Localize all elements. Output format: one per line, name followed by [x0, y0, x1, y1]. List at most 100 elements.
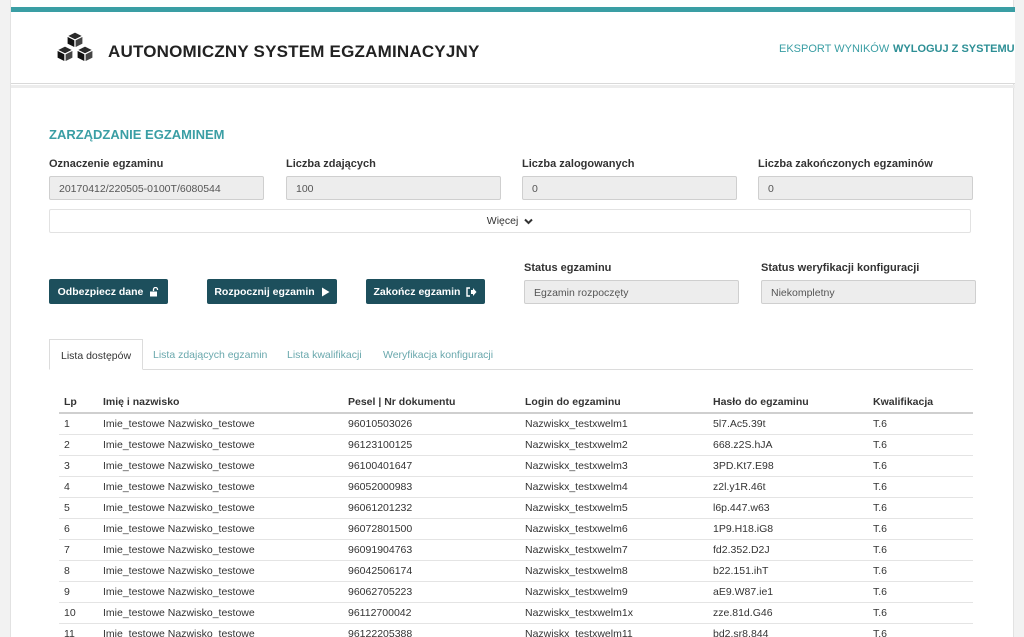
cubes-logo-icon [56, 31, 94, 63]
qualification-cell: T.6 [868, 602, 973, 624]
qualification-cell: T.6 [868, 623, 973, 637]
row-number-cell: 10 [59, 602, 98, 624]
table-row: 10 Imie_testowe Nazwisko_testowe 961127000… [59, 602, 973, 624]
column-header: Imię i nazwisko [98, 391, 343, 414]
page-frame: AUTONOMICZNY SYSTEM EGZAMINACYJNY EKSPOR… [10, 0, 1015, 637]
start-exam-button[interactable]: Rozpocznij egzamin [207, 279, 337, 304]
export-results-link[interactable]: EKSPORT WYNIKÓW [779, 43, 889, 55]
exam-login-cell: Nazwiskx_testxwelm1 [520, 413, 708, 435]
finish-exam-label: Zakończ egzamin [373, 285, 461, 298]
exam-login-cell: Nazwiskx_testxwelm2 [520, 434, 708, 456]
chevron-down-icon [524, 218, 533, 225]
exam-login-cell: Nazwiskx_testxwelm5 [520, 497, 708, 519]
pesel-cell: 96100401647 [343, 455, 520, 477]
full-name-cell: Imie_testowe Nazwisko_testowe [98, 581, 343, 603]
app-header: AUTONOMICZNY SYSTEM EGZAMINACYJNY EKSPOR… [11, 12, 1015, 84]
qualification-cell: T.6 [868, 434, 973, 456]
qualification-cell: T.6 [868, 518, 973, 540]
start-exam-label: Rozpocznij egzamin [214, 285, 315, 298]
table-row: 11 Imie_testowe Nazwisko_testowe 961222053… [59, 623, 973, 637]
config-status-label: Status weryfikacji konfiguracji [761, 262, 920, 274]
exam-password-cell: z2l.y1R.46t [708, 476, 868, 498]
row-number-cell: 7 [59, 539, 98, 561]
column-header: Pesel | Nr dokumentu [343, 391, 520, 414]
exam-login-cell: Nazwiskx_testxwelm3 [520, 455, 708, 477]
exam-password-cell: 1P9.H18.iG8 [708, 518, 868, 540]
exam-login-cell: Nazwiskx_testxwelm1x [520, 602, 708, 624]
row-number-cell: 11 [59, 623, 98, 637]
exam-password-cell: 5l7.Ac5.39t [708, 413, 868, 435]
table-row: 5 Imie_testowe Nazwisko_testowe 9606120123… [59, 497, 973, 519]
full-name-cell: Imie_testowe Nazwisko_testowe [98, 560, 343, 582]
finish-exam-button[interactable]: Zakończ egzamin [366, 279, 485, 304]
row-number-cell: 3 [59, 455, 98, 477]
finished-field: 0 [758, 176, 973, 200]
tab-examinees-list[interactable]: Lista zdających egzamin [153, 339, 267, 370]
table-row: 3 Imie_testowe Nazwisko_testowe 9610040164… [59, 455, 973, 477]
qualification-cell: T.6 [868, 497, 973, 519]
column-header: Kwalifikacja [868, 391, 973, 414]
sign-out-icon [466, 286, 477, 297]
full-name-cell: Imie_testowe Nazwisko_testowe [98, 434, 343, 456]
table-row: 1 Imie_testowe Nazwisko_testowe 9601050302… [59, 413, 973, 435]
more-label: Więcej [486, 215, 519, 227]
pesel-cell: 96091904763 [343, 539, 520, 561]
unlock-icon [150, 286, 159, 296]
logged-in-label: Liczba zalogowanych [522, 158, 635, 170]
table-row: 2 Imie_testowe Nazwisko_testowe 9612310012… [59, 434, 973, 456]
pesel-cell: 96010503026 [343, 413, 520, 435]
exam-password-cell: b22.151.ihT [708, 560, 868, 582]
unlock-data-label: Odbezpiecz dane [57, 285, 144, 298]
full-name-cell: Imie_testowe Nazwisko_testowe [98, 539, 343, 561]
exam-login-cell: Nazwiskx_testxwelm8 [520, 560, 708, 582]
logout-link[interactable]: WYLOGUJ Z SYSTEMU [893, 43, 1015, 55]
full-name-cell: Imie_testowe Nazwisko_testowe [98, 623, 343, 637]
table-header-row: Lp Imię i nazwisko Pesel | Nr dokumentu … [59, 391, 973, 414]
unlock-data-button[interactable]: Odbezpiecz dane [49, 279, 168, 304]
section-title: ZARZĄDZANIE EGZAMINEM [49, 127, 225, 142]
exam-login-cell: Nazwiskx_testxwelm4 [520, 476, 708, 498]
row-number-cell: 1 [59, 413, 98, 435]
tab-access-list[interactable]: Lista dostępów [49, 339, 144, 370]
row-number-cell: 5 [59, 497, 98, 519]
column-header: Login do egzaminu [520, 391, 708, 414]
qualification-cell: T.6 [868, 539, 973, 561]
table-row: 7 Imie_testowe Nazwisko_testowe 9609190476… [59, 539, 973, 561]
table-body: 1 Imie_testowe Nazwisko_testowe 9601050302… [59, 413, 973, 637]
tab-qualifications-list[interactable]: Lista kwalifikacji [287, 339, 362, 370]
exam-id-label: Oznaczenie egzaminu [49, 158, 164, 170]
config-status-field: Niekompletny [761, 280, 976, 304]
exam-login-cell: Nazwiskx_testxwelm9 [520, 581, 708, 603]
exam-password-cell: aE9.W87.ie1 [708, 581, 868, 603]
examinees-label: Liczba zdających [286, 158, 376, 170]
exam-password-cell: 668.z2S.hJA [708, 434, 868, 456]
pesel-cell: 96112700042 [343, 602, 520, 624]
full-name-cell: Imie_testowe Nazwisko_testowe [98, 455, 343, 477]
qualification-cell: T.6 [868, 455, 973, 477]
qualification-cell: T.6 [868, 413, 973, 435]
row-number-cell: 2 [59, 434, 98, 456]
play-icon [321, 287, 330, 296]
tab-bar: Lista dostępów Lista zdających egzamin L… [49, 339, 973, 370]
exam-login-cell: Nazwiskx_testxwelm11 [520, 623, 708, 637]
exam-password-cell: l6p.447.w63 [708, 497, 868, 519]
more-toggle[interactable]: Więcej [49, 209, 971, 233]
table-row: 9 Imie_testowe Nazwisko_testowe 9606270522… [59, 581, 973, 603]
row-number-cell: 6 [59, 518, 98, 540]
row-number-cell: 9 [59, 581, 98, 603]
pesel-cell: 96123100125 [343, 434, 520, 456]
full-name-cell: Imie_testowe Nazwisko_testowe [98, 602, 343, 624]
qualification-cell: T.6 [868, 476, 973, 498]
full-name-cell: Imie_testowe Nazwisko_testowe [98, 497, 343, 519]
exam-login-cell: Nazwiskx_testxwelm6 [520, 518, 708, 540]
pesel-cell: 96062705223 [343, 581, 520, 603]
exam-id-field: 20170412/220505-0100T/6080544 [49, 176, 264, 200]
exam-password-cell: 3PD.Kt7.E98 [708, 455, 868, 477]
full-name-cell: Imie_testowe Nazwisko_testowe [98, 476, 343, 498]
exam-password-cell: zze.81d.G46 [708, 602, 868, 624]
table-row: 6 Imie_testowe Nazwisko_testowe 9607280150… [59, 518, 973, 540]
exam-status-label: Status egzaminu [524, 262, 612, 274]
pesel-cell: 96042506174 [343, 560, 520, 582]
tab-config-verification[interactable]: Weryfikacja konfiguracji [383, 339, 493, 370]
column-header: Hasło do egzaminu [708, 391, 868, 414]
